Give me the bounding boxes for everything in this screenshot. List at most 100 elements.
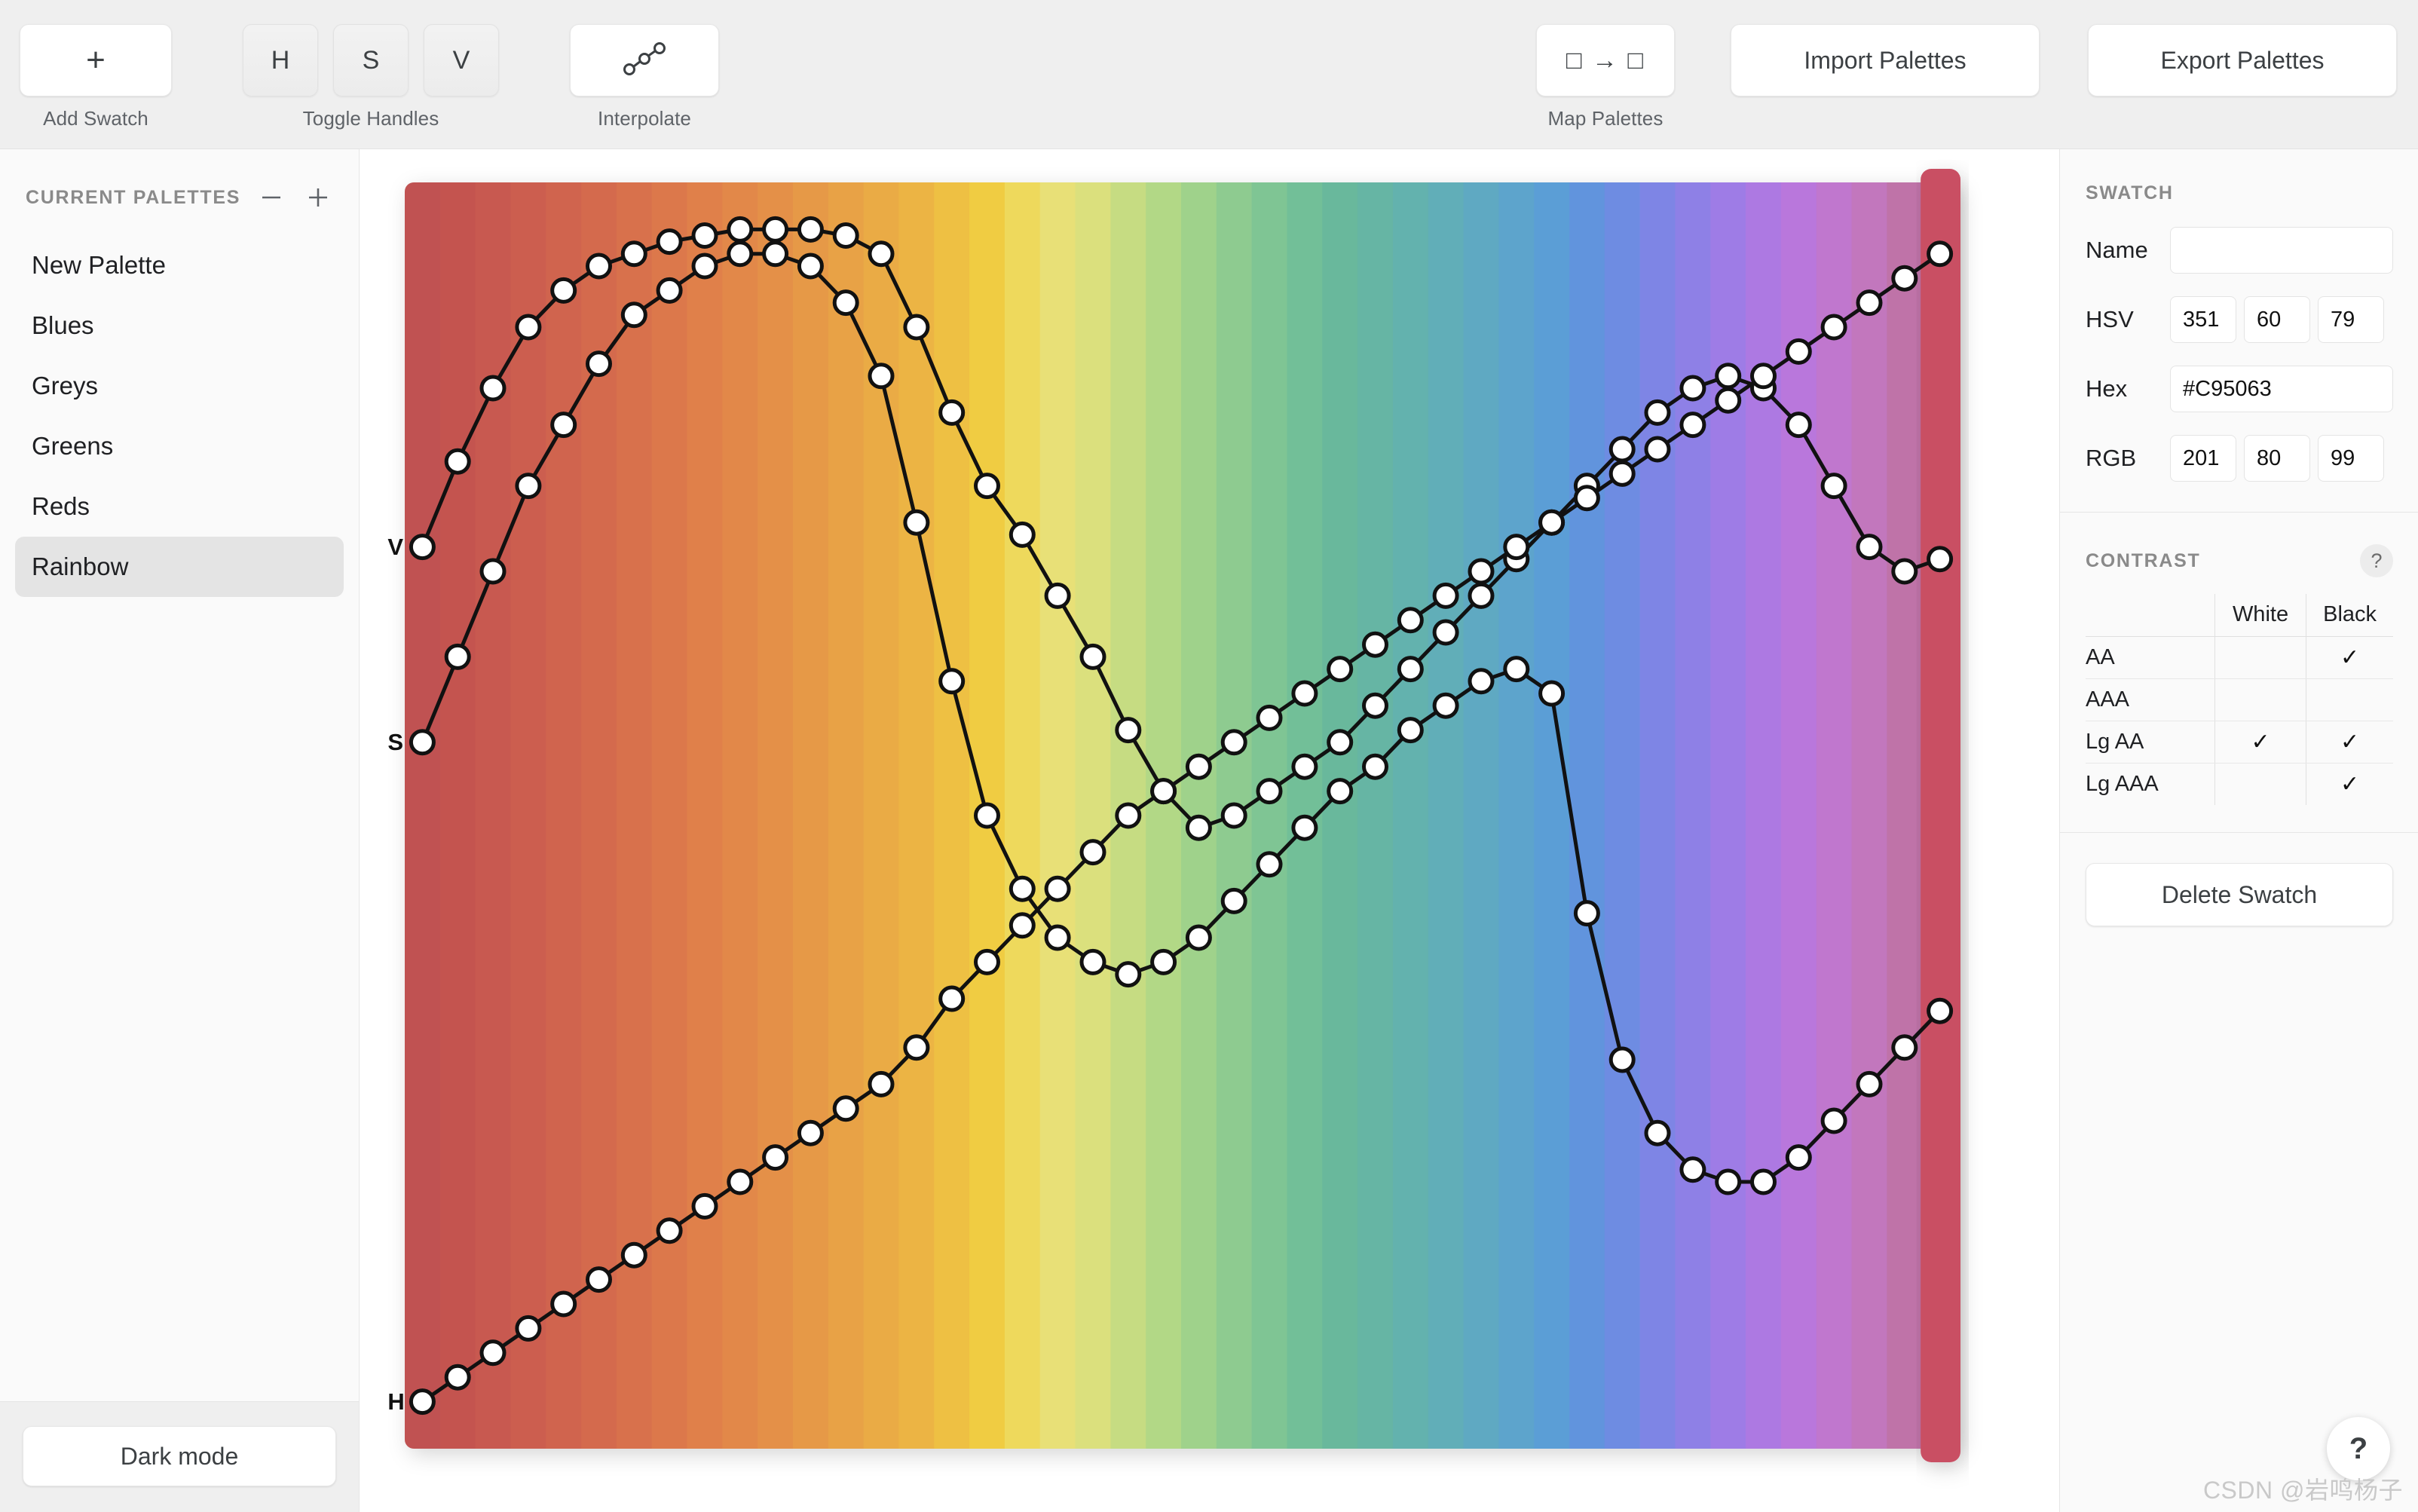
curve-handle-v[interactable] — [1362, 692, 1388, 719]
hue-band[interactable] — [793, 182, 829, 1449]
curve-handle-h[interactable] — [1503, 534, 1530, 561]
curve-handle-s[interactable] — [620, 301, 647, 329]
curve-handle-h[interactable] — [1362, 631, 1388, 658]
contrast-help-icon[interactable]: ? — [2360, 544, 2393, 577]
hue-band[interactable] — [1251, 182, 1288, 1449]
curve-handle-v[interactable] — [1891, 558, 1918, 585]
curve-handle-v[interactable] — [1079, 643, 1106, 670]
palette-item-blues[interactable]: Blues — [15, 295, 344, 356]
hsv-h-input[interactable]: 351 — [2170, 296, 2236, 343]
curve-handle-v[interactable] — [1715, 363, 1742, 390]
curve-handle-s[interactable] — [691, 253, 718, 280]
palette-item-new-palette[interactable]: New Palette — [15, 235, 344, 295]
curve-handle-h[interactable] — [938, 985, 966, 1012]
curve-handle-s[interactable] — [1679, 1156, 1706, 1183]
curve-handle-v[interactable] — [586, 253, 612, 280]
export-palettes-button[interactable]: Export Palettes — [2088, 24, 2397, 96]
curve-handle-s[interactable] — [586, 350, 612, 378]
hue-band[interactable] — [828, 182, 865, 1449]
curve-handle-v[interactable] — [444, 448, 471, 475]
curve-handle-s[interactable] — [1291, 814, 1318, 841]
curve-handle-v[interactable] — [550, 277, 577, 304]
hue-band[interactable] — [1357, 182, 1394, 1449]
curve-handle-s[interactable] — [1327, 778, 1354, 805]
curve-handle-h[interactable] — [832, 1095, 859, 1122]
curve-handle-v[interactable] — [797, 216, 824, 243]
curve-handle-v[interactable] — [1820, 473, 1847, 500]
plus-icon[interactable] — [303, 182, 333, 213]
toggle-handle-h-button[interactable]: H — [243, 24, 318, 96]
curve-handle-s[interactable] — [1079, 948, 1106, 975]
curve-handle-v[interactable] — [832, 222, 859, 249]
curve-handle-s[interactable] — [1432, 692, 1459, 719]
curve-handle-v[interactable] — [1044, 582, 1071, 609]
curve-handle-s[interactable] — [974, 802, 1000, 829]
curve-handle-s[interactable] — [1820, 1107, 1847, 1134]
curve-handle-h[interactable] — [1679, 412, 1706, 439]
curve-handle-v[interactable] — [1009, 521, 1036, 548]
curve-handle-s[interactable] — [1362, 753, 1388, 780]
palette-item-greys[interactable]: Greys — [15, 356, 344, 416]
interpolate-button[interactable] — [570, 24, 719, 96]
curve-handle-v[interactable] — [727, 216, 754, 243]
curve-handle-s[interactable] — [1150, 948, 1177, 975]
curve-handle-h[interactable] — [444, 1364, 471, 1391]
curve-handle-v[interactable] — [974, 473, 1000, 500]
rgb-r-input[interactable]: 201 — [2170, 435, 2236, 482]
curve-handle-h[interactable] — [1573, 485, 1600, 512]
hue-band[interactable] — [510, 182, 546, 1449]
curve-handle-s[interactable] — [1538, 680, 1566, 707]
hue-band[interactable] — [1075, 182, 1111, 1449]
hue-band[interactable] — [1322, 182, 1358, 1449]
hue-band[interactable] — [1498, 182, 1535, 1449]
hue-band[interactable] — [758, 182, 794, 1449]
curve-handle-h[interactable] — [903, 1034, 930, 1061]
curve-handle-s[interactable] — [1503, 656, 1530, 683]
curve-handle-h[interactable] — [1538, 509, 1566, 536]
curve-handle-v[interactable] — [1256, 778, 1283, 805]
hue-band[interactable] — [1851, 182, 1887, 1449]
help-fab-button[interactable]: ? — [2327, 1417, 2390, 1480]
hue-band[interactable] — [1039, 182, 1076, 1449]
curve-handle-h[interactable] — [1291, 680, 1318, 707]
curve-handle-s[interactable] — [1715, 1168, 1742, 1195]
curve-handle-v[interactable] — [1327, 729, 1354, 756]
curve-handle-v[interactable] — [1220, 802, 1247, 829]
hue-band[interactable] — [475, 182, 512, 1449]
palette-canvas[interactable]: V S H — [360, 149, 2059, 1512]
import-palettes-button[interactable]: Import Palettes — [1731, 24, 2040, 96]
curve-handle-s[interactable] — [762, 240, 789, 268]
toggle-handle-v-button[interactable]: V — [424, 24, 499, 96]
hue-band[interactable] — [1816, 182, 1853, 1449]
hue-band[interactable] — [439, 182, 476, 1449]
curve-handle-v[interactable] — [1115, 717, 1142, 744]
curve-handle-s[interactable] — [1115, 961, 1142, 988]
hsv-s-input[interactable]: 60 — [2244, 296, 2310, 343]
curve-handle-h[interactable] — [727, 1168, 754, 1195]
curve-handle-h[interactable] — [797, 1119, 824, 1146]
hue-band[interactable] — [405, 182, 441, 1449]
curve-handle-v[interactable] — [515, 314, 542, 341]
palette-item-reds[interactable]: Reds — [15, 476, 344, 537]
curve-handle-s[interactable] — [515, 473, 542, 500]
palette-item-rainbow[interactable]: Rainbow — [15, 537, 344, 597]
hsv-v-input[interactable]: 79 — [2318, 296, 2384, 343]
curve-handle-s[interactable] — [1009, 875, 1036, 902]
curve-handle-v[interactable] — [1185, 814, 1212, 841]
rgb-g-input[interactable]: 80 — [2244, 435, 2310, 482]
dark-mode-button[interactable]: Dark mode — [23, 1426, 336, 1486]
selected-swatch[interactable] — [1921, 169, 1960, 1462]
curve-handle-h[interactable] — [1715, 387, 1742, 414]
curve-handle-v[interactable] — [903, 314, 930, 341]
curve-handle-v[interactable] — [1397, 656, 1424, 683]
curve-handle-h[interactable] — [1820, 314, 1847, 341]
hue-band[interactable] — [546, 182, 582, 1449]
curve-handle-s[interactable] — [1185, 924, 1212, 951]
hue-band[interactable] — [1639, 182, 1676, 1449]
curve-handle-s[interactable] — [797, 253, 824, 280]
map-palettes-button[interactable]: □ → □ — [1536, 24, 1675, 96]
curve-handle-h[interactable] — [974, 948, 1000, 975]
curve-handle-h[interactable] — [1327, 656, 1354, 683]
curve-handle-s[interactable] — [832, 289, 859, 317]
hue-band[interactable] — [1463, 182, 1499, 1449]
